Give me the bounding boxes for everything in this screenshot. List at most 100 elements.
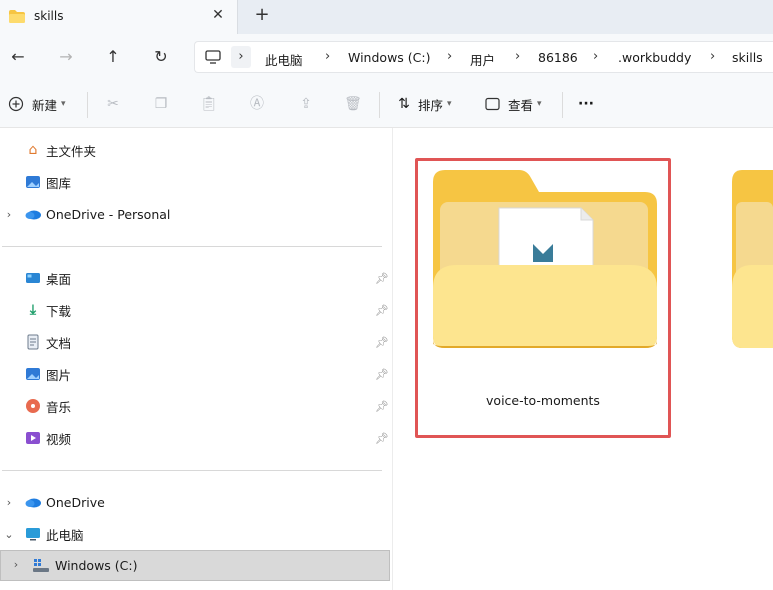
sidebar-item-label: OneDrive	[46, 494, 105, 510]
paste-button[interactable]: 📋︎	[200, 93, 218, 115]
back-button[interactable]: ←	[7, 46, 29, 68]
pictures-icon	[26, 368, 40, 380]
chevron-right-icon[interactable]: ›	[515, 49, 520, 64]
sidebar-item-home[interactable]: ⌂ 主文件夹	[0, 134, 392, 166]
sidebar-divider	[2, 246, 382, 247]
sort-button[interactable]: ⇅ 排序 ▾	[395, 93, 452, 115]
chevron-right-icon[interactable]: ›	[4, 496, 14, 509]
download-icon: ⤓	[29, 302, 37, 318]
sort-icon: ⇅	[398, 96, 410, 112]
chevron-down-icon: ▾	[447, 99, 452, 109]
cut-button[interactable]: ✂	[104, 93, 122, 115]
breadcrumb-skills[interactable]: skills	[732, 50, 763, 65]
chevron-right-icon[interactable]: ›	[325, 49, 330, 64]
sidebar-item-label: 此电脑	[46, 527, 84, 543]
trash-icon: 🗑︎	[344, 96, 362, 112]
close-tab-icon[interactable]: ✕	[210, 7, 226, 23]
sidebar-item-label: 视频	[46, 431, 72, 447]
monitor-icon	[205, 50, 221, 64]
up-button[interactable]: ↑	[102, 46, 124, 68]
sidebar-item-videos[interactable]: 视频 📌︎	[0, 422, 392, 454]
sidebar-item-gallery[interactable]: 图库	[0, 166, 392, 198]
chevron-down-icon[interactable]: ⌄	[4, 528, 14, 541]
share-icon: ⇪	[300, 96, 312, 112]
refresh-button[interactable]: ↻	[150, 46, 172, 68]
share-button[interactable]: ⇪	[297, 93, 315, 115]
chevron-right-icon[interactable]: ›	[593, 49, 598, 64]
view-icon	[485, 97, 500, 111]
breadcrumb-86186[interactable]: 86186	[538, 50, 578, 65]
pin-icon[interactable]: 📌︎	[375, 304, 389, 317]
chevron-right-icon[interactable]: ›	[231, 46, 251, 68]
navigation-bar: ← → ↑ ↻ › 此电脑 › Windows (C:) › 用户 › 8618…	[0, 34, 773, 80]
chevron-down-icon: ▾	[537, 99, 542, 109]
toolbar-divider	[379, 92, 380, 118]
sidebar-item-documents[interactable]: 文档 📌︎	[0, 326, 392, 358]
sidebar-item-label: OneDrive - Personal	[46, 206, 171, 222]
pc-icon	[26, 528, 40, 541]
sidebar-item-onedrive-personal[interactable]: › OneDrive - Personal	[0, 198, 392, 230]
sidebar-item-label: 桌面	[46, 271, 72, 287]
chevron-right-icon[interactable]: ›	[710, 49, 715, 64]
sort-label: 排序	[418, 97, 444, 113]
sidebar-item-music[interactable]: 音乐 📌︎	[0, 390, 392, 422]
gallery-icon	[26, 176, 40, 188]
folder-icon[interactable]	[431, 170, 657, 348]
document-icon	[27, 334, 39, 350]
sidebar-item-label: 下载	[46, 303, 72, 319]
new-tab-button[interactable]: +	[254, 4, 270, 25]
view-button[interactable]: 查看 ▾	[485, 93, 542, 115]
toolbar-divider	[87, 92, 88, 118]
tab-skills[interactable]: skills ✕	[0, 0, 238, 34]
music-icon	[26, 399, 40, 413]
pin-icon[interactable]: 📌︎	[375, 400, 389, 413]
command-bar: 新建 ▾ ✂ ❐ 📋︎ Ⓐ ⇪ 🗑︎ ⇅ 排序 ▾ 查看 ▾ ···	[0, 80, 773, 128]
pin-icon[interactable]: 📌︎	[375, 368, 389, 381]
sidebar-item-downloads[interactable]: ⤓ 下载 📌︎	[0, 294, 392, 326]
toolbar-divider	[562, 92, 563, 118]
sidebar-item-label: 图片	[46, 367, 72, 383]
breadcrumb-this-pc[interactable]: 此电脑	[265, 50, 303, 69]
pin-icon[interactable]: 📌︎	[375, 272, 389, 285]
delete-button[interactable]: 🗑︎	[344, 93, 362, 115]
sidebar-item-windows-c[interactable]: › Windows (C:)	[0, 550, 390, 581]
home-icon: ⌂	[28, 142, 38, 158]
folder-icon[interactable]	[732, 170, 773, 348]
breadcrumb-users[interactable]: 用户	[470, 50, 495, 69]
rename-icon: Ⓐ	[250, 96, 264, 112]
pin-icon[interactable]: 📌︎	[375, 336, 389, 349]
cloud-icon	[25, 210, 41, 220]
breadcrumb-workbuddy[interactable]: .workbuddy	[618, 50, 691, 65]
sidebar-item-label: 音乐	[46, 399, 72, 415]
folder-name[interactable]: voice-to-moments	[418, 393, 668, 408]
tab-bar: skills ✕ +	[0, 0, 773, 34]
plus-circle-icon	[8, 96, 24, 112]
pin-icon[interactable]: 📌︎	[375, 432, 389, 445]
chevron-right-icon[interactable]: ›	[11, 558, 21, 571]
copy-button[interactable]: ❐	[152, 93, 170, 115]
video-icon	[26, 432, 40, 444]
new-label: 新建	[32, 97, 58, 113]
rename-button[interactable]: Ⓐ	[248, 93, 266, 115]
view-label: 查看	[508, 97, 534, 113]
sidebar-item-desktop[interactable]: 桌面 📌︎	[0, 262, 392, 294]
copy-icon: ❐	[154, 96, 168, 112]
scissors-icon: ✂	[107, 96, 119, 112]
forward-button[interactable]: →	[55, 46, 77, 68]
chevron-right-icon[interactable]: ›	[4, 208, 14, 221]
more-options-button[interactable]: ···	[578, 93, 594, 115]
address-bar[interactable]: › 此电脑 › Windows (C:) › 用户 › 86186 › .wor…	[194, 41, 773, 73]
clipboard-icon: 📋︎	[200, 96, 218, 112]
sidebar-item-this-pc[interactable]: ⌄ 此电脑	[0, 518, 392, 550]
sidebar-item-onedrive[interactable]: › OneDrive	[0, 486, 392, 518]
tab-label: skills	[34, 9, 64, 23]
sidebar-item-pictures[interactable]: 图片 📌︎	[0, 358, 392, 390]
new-button[interactable]: 新建 ▾	[8, 93, 66, 115]
sidebar-item-label: 文档	[46, 335, 72, 351]
folder-icon	[9, 10, 25, 23]
chevron-right-icon[interactable]: ›	[447, 49, 452, 64]
breadcrumb-windows-c[interactable]: Windows (C:)	[348, 50, 430, 65]
chevron-down-icon: ▾	[61, 99, 66, 109]
cloud-icon	[25, 498, 41, 508]
sidebar-item-label: 图库	[46, 175, 72, 191]
